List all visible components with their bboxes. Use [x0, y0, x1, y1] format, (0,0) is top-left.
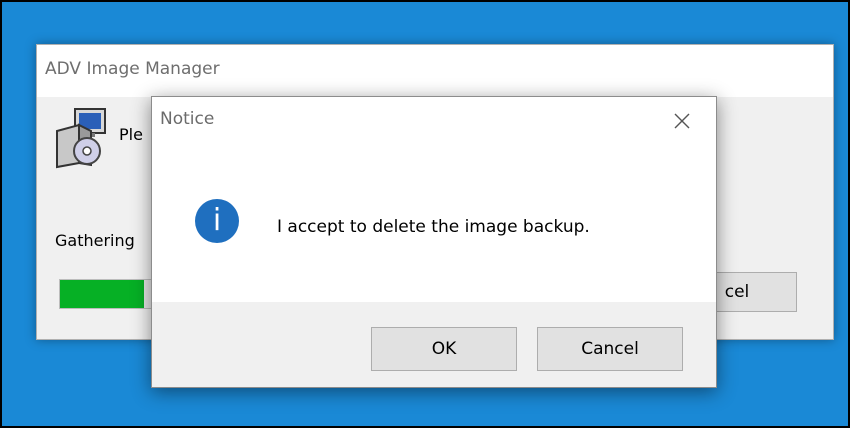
ok-button[interactable]: OK [371, 327, 517, 371]
window-titlebar: ADV Image Manager [37, 45, 833, 97]
dialog-message: I accept to delete the image backup. [277, 217, 590, 237]
installer-message-label: Ple [119, 125, 143, 144]
progress-bar-fill [60, 280, 144, 308]
dialog-button-bar: OK Cancel [152, 302, 716, 387]
window-title: ADV Image Manager [45, 59, 220, 79]
close-icon[interactable] [666, 105, 698, 137]
desktop-background: ADV Image Manager Ple Gathering cel Noti… [0, 0, 850, 428]
status-label: Gathering [55, 231, 135, 250]
info-icon: i [195, 199, 239, 243]
notice-dialog: Notice i I accept to delete the image ba… [151, 96, 717, 388]
dialog-title: Notice [160, 109, 215, 129]
installer-icon [56, 108, 106, 169]
cancel-button[interactable]: Cancel [537, 327, 683, 371]
